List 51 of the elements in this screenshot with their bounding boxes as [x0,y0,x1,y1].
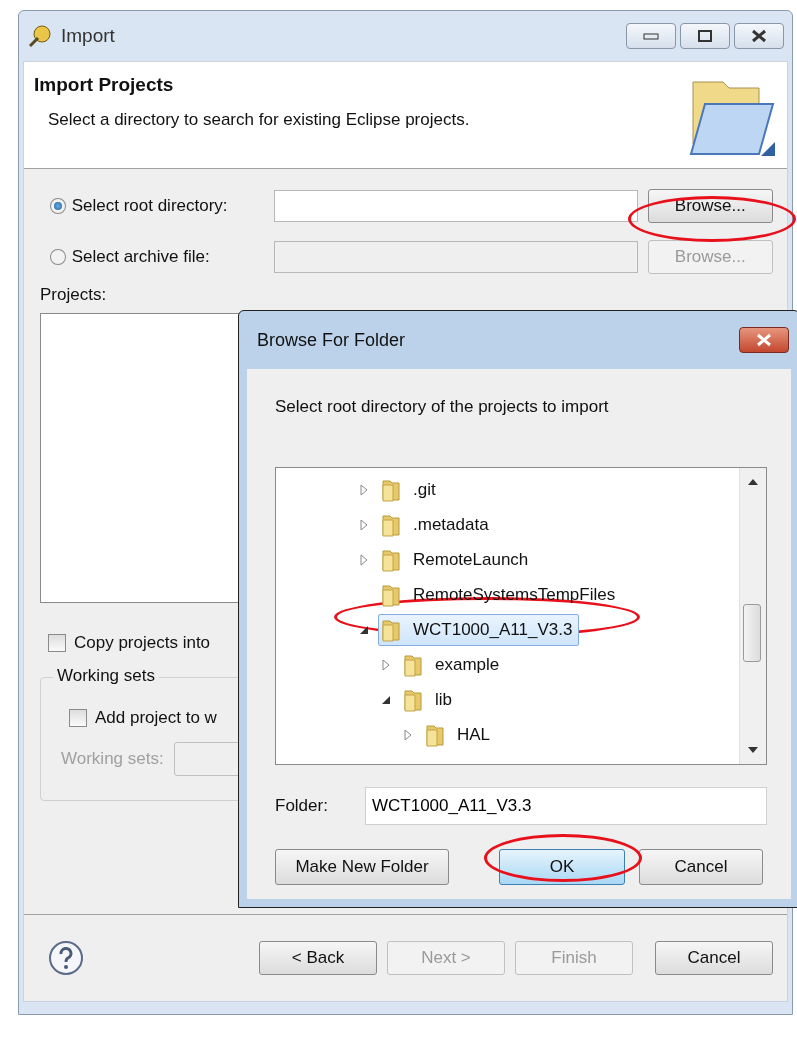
path-field[interactable] [274,190,638,222]
close-button[interactable] [739,327,789,353]
dialog-title: Browse For Folder [257,329,406,351]
window-title: Import [61,25,116,47]
radio-button[interactable] [50,198,66,214]
working-sets-label: Working sets: [61,749,164,769]
close-button[interactable] [734,23,784,49]
page-title: Import Projects [34,74,175,96]
folder-tree-item[interactable]: .git [378,473,443,506]
folder-icon [381,582,401,607]
folder-icon [381,547,401,572]
folder-icon [403,652,423,677]
close-icon [755,333,773,347]
folder-tree-item[interactable]: example [400,648,507,681]
group-title: Working sets [53,666,159,686]
folder-icon [381,477,401,502]
dialog-button[interactable]: Make New Folder [275,849,449,885]
folder-label: Folder: [275,796,329,816]
folder-tree-item[interactable]: RemoteLaunch [378,543,536,576]
checkbox-label: Add project to w [95,708,217,728]
minimize-icon [643,32,659,40]
scroll-thumb[interactable] [743,604,761,662]
wizard-button[interactable]: Cancel [655,941,773,975]
browse-button[interactable]: Browse... [647,189,773,223]
option-label: Select root directory: [71,196,229,216]
maximize-button[interactable] [680,23,730,49]
option-label: Select archive file: [71,247,211,267]
folder-field[interactable]: WCT1000_A11_V3.3 [365,787,767,825]
checkbox[interactable] [48,634,66,652]
dialog-instruction: Select root directory of the projects to import [275,397,610,417]
close-icon [751,29,767,43]
help-icon[interactable] [48,940,84,976]
scroll-down-icon[interactable] [747,746,759,754]
folder-icon [425,722,445,747]
folder-tree-item[interactable]: HAL [422,718,498,751]
folder-icon [381,617,401,642]
wizard-button[interactable]: < Back [259,941,377,975]
projects-label: Projects: [40,285,108,305]
folder-icon [381,512,401,537]
page-description: Select a directory to search for existing Eclipse projects. [48,110,470,130]
maximize-icon [698,30,712,42]
dialog-button[interactable]: OK [499,849,625,885]
dialog-button[interactable]: Cancel [639,849,763,885]
folder-tree-item[interactable]: WCT1000_A11_V3.3 [378,613,580,646]
folder-tree-item[interactable]: .metadata [378,508,496,541]
checkbox-label: Copy projects into [74,633,211,653]
folder-tree-item[interactable]: lib [400,683,459,716]
folder-tree-item[interactable]: RemoteSystemsTempFiles [378,578,623,611]
folder-icon [403,687,423,712]
scroll-up-icon[interactable] [747,478,759,486]
scrollbar[interactable] [739,468,766,764]
